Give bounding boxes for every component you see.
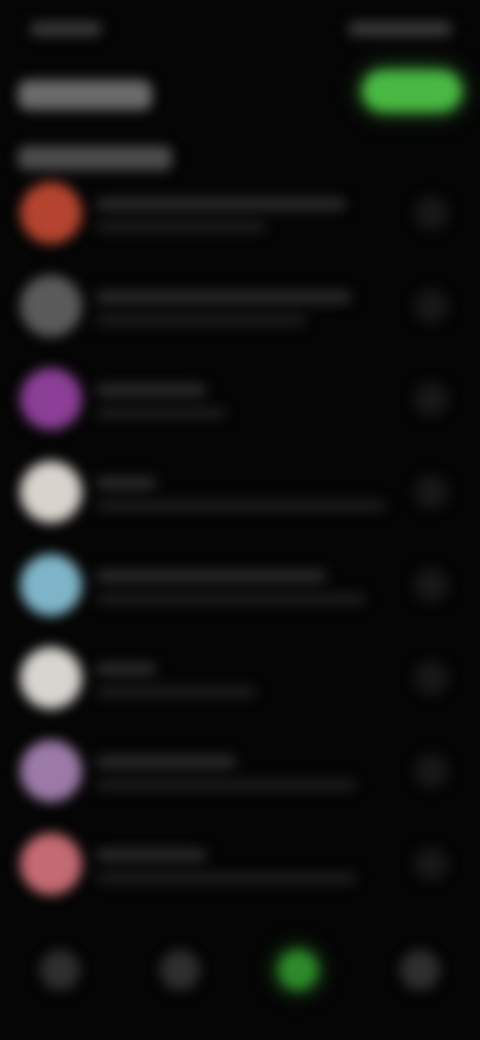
toggle-icon[interactable] [414, 754, 448, 788]
list-item-subtitle [96, 687, 256, 697]
list-item-title [96, 570, 326, 582]
status-bar [0, 0, 480, 60]
avatar [20, 740, 82, 802]
avatar [20, 461, 82, 523]
list-item-title [96, 384, 206, 396]
list-item[interactable] [0, 728, 480, 818]
list-item-subtitle [96, 222, 266, 232]
home-icon[interactable] [40, 950, 80, 990]
page-title [18, 80, 152, 110]
wifi-icon [348, 22, 349, 23]
list-item[interactable] [0, 449, 480, 539]
toggle-icon[interactable] [414, 661, 448, 695]
list-item[interactable] [0, 821, 480, 911]
battery-icon [348, 22, 349, 23]
search-icon[interactable] [160, 950, 200, 990]
toggle-icon[interactable] [414, 289, 448, 323]
list-item-title [96, 198, 346, 210]
list-item-subtitle [96, 780, 356, 790]
avatar [20, 647, 82, 709]
toggle-icon[interactable] [414, 568, 448, 602]
list-item[interactable] [0, 170, 480, 260]
profile-icon[interactable] [400, 950, 440, 990]
list-item-title [96, 291, 351, 303]
list-item[interactable] [0, 263, 480, 353]
list-item-subtitle [96, 873, 356, 883]
list-item-subtitle [96, 501, 386, 511]
avatar [20, 554, 82, 616]
avatar [20, 368, 82, 430]
toggle-icon[interactable] [414, 847, 448, 881]
list-item[interactable] [0, 635, 480, 725]
avatar [20, 182, 82, 244]
app-screen [0, 0, 480, 1040]
bottom-nav [0, 930, 480, 1020]
avatar [20, 833, 82, 895]
list-item-subtitle [96, 408, 226, 418]
list-item-subtitle [96, 594, 366, 604]
blurred-content [0, 0, 480, 1040]
list-item-title [96, 663, 156, 675]
avatar [20, 275, 82, 337]
list-item[interactable] [0, 356, 480, 446]
list-item[interactable] [0, 542, 480, 632]
section-title [18, 146, 172, 170]
toggle-icon[interactable] [414, 475, 448, 509]
status-time [30, 22, 102, 36]
list-item-subtitle [96, 315, 306, 325]
toggle-icon[interactable] [414, 382, 448, 416]
toggle-icon[interactable] [414, 196, 448, 230]
header-action-button[interactable] [362, 70, 462, 112]
status-icons [348, 22, 452, 36]
activity-icon[interactable] [278, 950, 318, 990]
list-item-title [96, 477, 156, 489]
list-item-title [96, 849, 206, 861]
list-item-title [96, 756, 236, 768]
signal-icon [348, 22, 349, 23]
